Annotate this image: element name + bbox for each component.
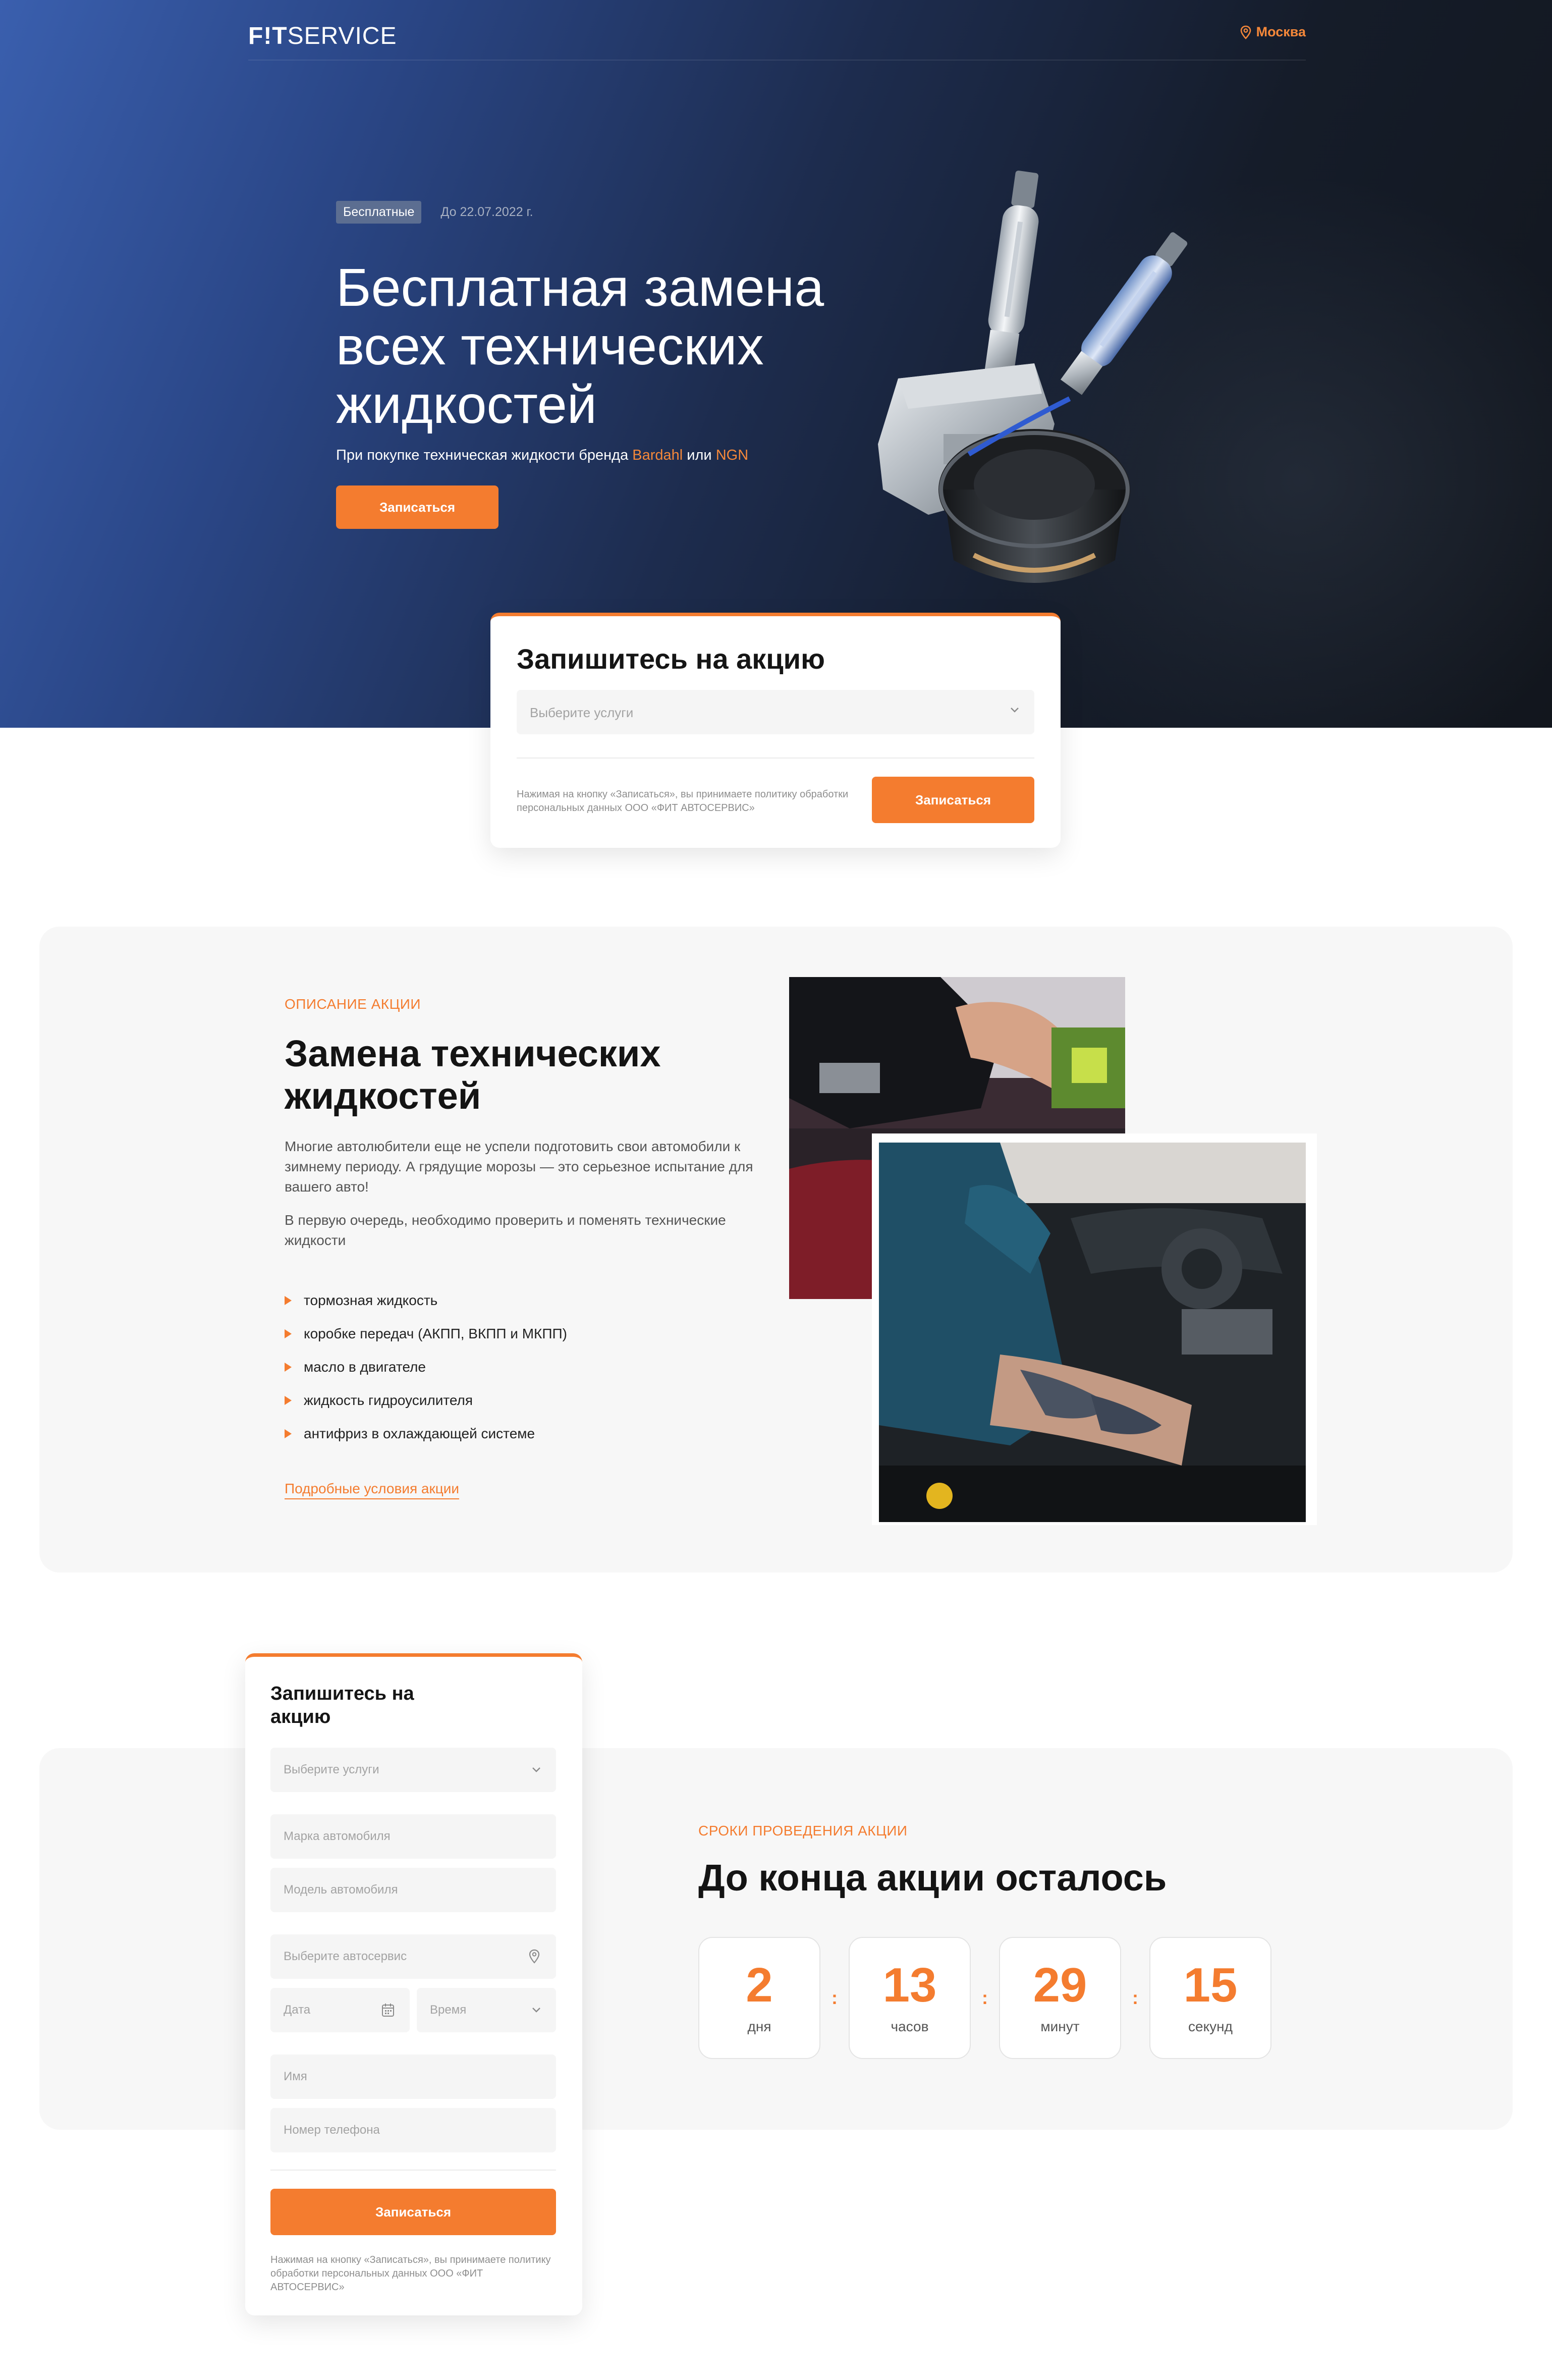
service-select-placeholder: Выберите услуги (530, 705, 634, 720)
countdown-title: До конца акции осталось (698, 1857, 1167, 1899)
signup-card: Запишитесь на акцию Выберите услуги Нажи… (490, 613, 1061, 848)
countdown-separator: : (1132, 1987, 1138, 2008)
location-pin-icon (1240, 25, 1251, 39)
list-item-label: антифриз в охлаждающей системе (304, 1426, 535, 1441)
list-item: коробке передач (АКПП, ВКПП и МКПП) (285, 1317, 567, 1350)
list-item-label: жидкость гидроусилителя (304, 1392, 473, 1408)
description-paragraph-2: В первую очередь, необходимо проверить и… (285, 1212, 726, 1248)
privacy-note: Нажимая на кнопку «Записаться», вы прини… (270, 2254, 551, 2293)
countdown-timer: 2 дня : 13 часов : 29 минут : 15 секунд (698, 1937, 1271, 2059)
mechanic-photo-2 (879, 1143, 1306, 1522)
service-select[interactable]: Выберите услуги (517, 690, 1034, 734)
description-eyebrow: ОПИСАНИЕ АКЦИИ (285, 996, 421, 1012)
countdown-separator: : (832, 1987, 838, 2008)
bullet-arrow-icon (285, 1296, 292, 1305)
phone-placeholder: Номер телефона (284, 2123, 380, 2137)
divider (517, 758, 1034, 759)
bullet-arrow-icon (285, 1329, 292, 1338)
description-title: Замена технических жидкостей (285, 1033, 661, 1117)
car-model-field[interactable]: Модель автомобиля (270, 1868, 556, 1912)
conditions-link[interactable]: Подробные условия акции (285, 1481, 460, 1499)
hero-title: Бесплатная замена всех технических жидко… (336, 258, 824, 435)
service-select-placeholder: Выберите услуги (284, 1763, 379, 1776)
countdown-value: 29 (1033, 1958, 1087, 2012)
date-placeholder: Дата (284, 2003, 311, 2017)
city-label: Москва (1256, 24, 1306, 39)
autoservice-placeholder: Выберите автосервис (284, 1950, 407, 1963)
hero-subtitle-prefix: При покупке техническая жидкости бренда (336, 447, 633, 463)
side-signup-button[interactable]: Записаться (270, 2189, 556, 2235)
service-select[interactable]: Выберите услуги (270, 1748, 556, 1792)
site-header: F!T SERVICE Москва (248, 20, 1306, 61)
promo-date: До 22.07.2022 г. (440, 205, 533, 219)
logo-fit: F!T (248, 22, 288, 49)
description-section: ОПИСАНИЕ АКЦИИ Замена технических жидкос… (39, 927, 1513, 1573)
signup-card-title: Запишитесь на акцию (517, 643, 825, 675)
divider (270, 2170, 556, 2171)
bullet-arrow-icon (285, 1363, 292, 1372)
signup-button[interactable]: Записаться (872, 777, 1034, 823)
xenon-bulb-image (878, 171, 1188, 583)
chevron-down-icon (532, 1767, 540, 1772)
privacy-note: Нажимая на кнопку «Записаться», вы прини… (517, 789, 849, 814)
countdown-value: 15 (1183, 1958, 1238, 2012)
bullet-arrow-icon (285, 1396, 292, 1405)
bullet-arrow-icon (285, 1429, 292, 1438)
car-brand-placeholder: Марка автомобиля (284, 1829, 391, 1843)
hero-signup-button[interactable]: Записаться (336, 485, 498, 529)
countdown-value: 2 (746, 1958, 773, 2012)
car-brand-field[interactable]: Марка автомобиля (270, 1814, 556, 1859)
side-signup-form: Запишитесь на акцию Выберите услуги Марк… (245, 1653, 582, 2315)
list-item: масло в двигателе (285, 1350, 567, 1384)
location-pin-icon (529, 1949, 540, 1964)
brand-bardahl: Bardahl (632, 447, 683, 463)
car-model-placeholder: Модель автомобиля (284, 1883, 398, 1897)
chevron-down-icon (1011, 708, 1019, 713)
countdown-value: 13 (882, 1958, 937, 2012)
logo-service: SERVICE (287, 22, 397, 49)
countdown-unit: дня (747, 2019, 771, 2034)
description-paragraph-1: Многие автолюбители еще не успели подгот… (285, 1139, 753, 1195)
list-item: антифриз в охлаждающей системе (285, 1417, 567, 1450)
brand-ngn: NGN (715, 447, 749, 463)
phone-field[interactable]: Номер телефона (270, 2108, 556, 2152)
name-field[interactable]: Имя (270, 2054, 556, 2099)
countdown-unit: секунд (1188, 2019, 1233, 2034)
date-field[interactable]: Дата (270, 1988, 410, 2032)
side-form-title: Запишитесь на акцию (270, 1683, 414, 1727)
time-placeholder: Время (430, 2003, 467, 2017)
hero-subtitle-mid: или (683, 447, 716, 463)
countdown-hours: 13 часов (849, 1937, 971, 2059)
city-selector[interactable]: Москва (1240, 24, 1306, 40)
fluids-list: тормозная жидкость коробке передач (АКПП… (285, 1284, 567, 1450)
countdown-seconds: 15 секунд (1149, 1937, 1271, 2059)
countdown-days: 2 дня (698, 1937, 820, 2059)
countdown-eyebrow: СРОКИ ПРОВЕДЕНИЯ АКЦИИ (698, 1823, 908, 1838)
list-item: жидкость гидроусилителя (285, 1384, 567, 1417)
list-item: тормозная жидкость (285, 1284, 567, 1317)
list-item-label: коробке передач (АКПП, ВКПП и МКПП) (304, 1326, 567, 1341)
chevron-down-icon (532, 2008, 540, 2013)
logo[interactable]: F!T SERVICE (248, 22, 397, 49)
time-select[interactable]: Время (417, 1988, 556, 2032)
calendar-icon (382, 2004, 394, 2017)
name-placeholder: Имя (284, 2070, 307, 2083)
hero-subtitle: При покупке техническая жидкости бренда … (336, 447, 748, 464)
countdown-minutes: 29 минут (999, 1937, 1121, 2059)
list-item-label: масло в двигателе (304, 1359, 426, 1375)
countdown-separator: : (982, 1987, 988, 2008)
countdown-unit: минут (1040, 2019, 1080, 2034)
autoservice-select[interactable]: Выберите автосервис (270, 1934, 556, 1979)
promo-badge: Бесплатные (336, 201, 422, 224)
list-item-label: тормозная жидкость (304, 1292, 438, 1308)
promo-meta: Бесплатные До 22.07.2022 г. (336, 201, 533, 224)
countdown-unit: часов (891, 2019, 929, 2034)
